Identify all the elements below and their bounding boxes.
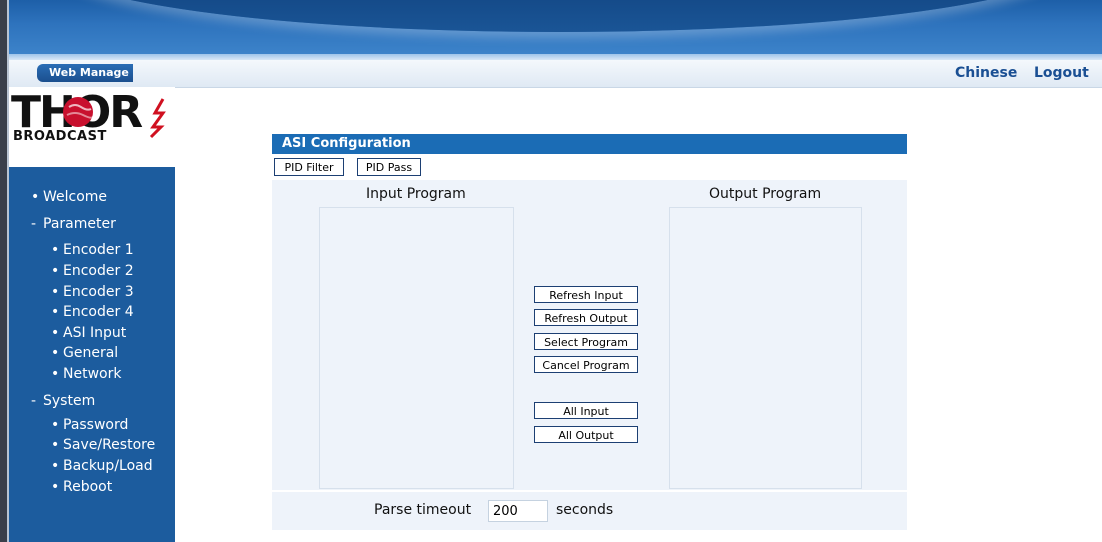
cancel-program-button[interactable]: Cancel Program xyxy=(534,356,638,373)
sidebar-item-label: Save/Restore xyxy=(63,437,156,453)
sidebar-item-asi-input[interactable]: • ASI Input xyxy=(51,325,126,341)
bullet-icon: • xyxy=(51,325,60,341)
sidebar-item-encoder-1[interactable]: • Encoder 1 xyxy=(51,242,134,258)
logo: THOR BROADCAST xyxy=(9,87,175,167)
menu-bar: Web Manage Chinese Logout xyxy=(9,60,1102,88)
bullet-icon: • xyxy=(51,242,60,258)
lightning-icon xyxy=(149,98,166,139)
sidebar-item-label: Encoder 1 xyxy=(63,242,134,258)
bullet-icon: • xyxy=(51,417,60,433)
refresh-output-button[interactable]: Refresh Output xyxy=(534,309,638,326)
sidebar-item-label: Network xyxy=(63,366,122,382)
sidebar-item-label: Encoder 2 xyxy=(63,263,134,279)
bullet-icon: • xyxy=(51,366,60,382)
tab-row: PID Filter PID Pass xyxy=(272,154,907,180)
bullet-icon: • xyxy=(51,263,60,279)
logout-link[interactable]: Logout xyxy=(1034,65,1089,81)
collapse-icon: - xyxy=(31,393,37,409)
input-program-header: Input Program xyxy=(366,186,466,202)
window-edge xyxy=(0,0,9,542)
sidebar-item-parameter[interactable]: - Parameter xyxy=(31,216,116,232)
sidebar: • Welcome - Parameter • Encoder 1 • Encoder … xyxy=(9,167,175,542)
sidebar-item-network[interactable]: • Network xyxy=(51,366,121,382)
chinese-link[interactable]: Chinese xyxy=(955,65,1017,81)
select-program-button[interactable]: Select Program xyxy=(534,333,638,350)
sidebar-item-encoder-4[interactable]: • Encoder 4 xyxy=(51,304,134,320)
bullet-icon: • xyxy=(51,458,60,474)
collapse-icon: - xyxy=(31,216,37,232)
input-program-list[interactable] xyxy=(319,207,514,489)
output-program-header: Output Program xyxy=(709,186,822,202)
tab-pid-filter[interactable]: PID Filter xyxy=(274,158,344,176)
divider xyxy=(272,490,907,492)
output-program-list[interactable] xyxy=(669,207,862,489)
refresh-input-button[interactable]: Refresh Input xyxy=(534,286,638,303)
sidebar-item-label: Password xyxy=(63,417,129,433)
sidebar-item-general[interactable]: • General xyxy=(51,345,118,361)
bullet-icon: • xyxy=(51,479,60,495)
sidebar-item-label: Parameter xyxy=(43,216,116,232)
sidebar-item-label: General xyxy=(63,345,119,361)
web-manage-tab[interactable]: Web Manage xyxy=(37,64,133,82)
tab-pid-pass[interactable]: PID Pass xyxy=(357,158,421,176)
bullet-icon: • xyxy=(51,437,60,453)
parse-timeout-input[interactable] xyxy=(488,500,548,522)
bullet-icon: • xyxy=(51,284,60,300)
bullet-icon: • xyxy=(51,304,60,320)
banner-wave xyxy=(49,0,1069,32)
logo-subtitle: BROADCAST xyxy=(13,129,107,144)
seconds-label: seconds xyxy=(556,502,614,518)
sidebar-item-backup-load[interactable]: • Backup/Load xyxy=(51,458,153,474)
globe-icon xyxy=(63,97,94,127)
sidebar-item-label: Backup/Load xyxy=(63,458,153,474)
parse-timeout-label: Parse timeout xyxy=(374,502,472,518)
bullet-icon: • xyxy=(31,189,40,205)
sidebar-item-label: System xyxy=(43,393,96,409)
panel-title: ASI Configuration xyxy=(272,134,907,154)
all-input-button[interactable]: All Input xyxy=(534,402,638,419)
sidebar-item-label: Encoder 3 xyxy=(63,284,134,300)
sidebar-item-encoder-3[interactable]: • Encoder 3 xyxy=(51,284,134,300)
sidebar-item-label: Reboot xyxy=(63,479,113,495)
sidebar-item-encoder-2[interactable]: • Encoder 2 xyxy=(51,263,134,279)
sidebar-item-system[interactable]: - System xyxy=(31,393,95,409)
top-banner xyxy=(9,0,1102,60)
sidebar-item-save-restore[interactable]: • Save/Restore xyxy=(51,437,155,453)
bullet-icon: • xyxy=(51,345,60,361)
sidebar-item-password[interactable]: • Password xyxy=(51,417,128,433)
asi-configuration-panel: ASI Configuration PID Filter PID Pass In… xyxy=(272,134,907,530)
sidebar-item-label: Welcome xyxy=(43,189,108,205)
sidebar-item-welcome[interactable]: • Welcome xyxy=(31,189,107,205)
all-output-button[interactable]: All Output xyxy=(534,426,638,443)
sidebar-item-label: Encoder 4 xyxy=(63,304,134,320)
sidebar-item-reboot[interactable]: • Reboot xyxy=(51,479,112,495)
sidebar-item-label: ASI Input xyxy=(63,325,127,341)
